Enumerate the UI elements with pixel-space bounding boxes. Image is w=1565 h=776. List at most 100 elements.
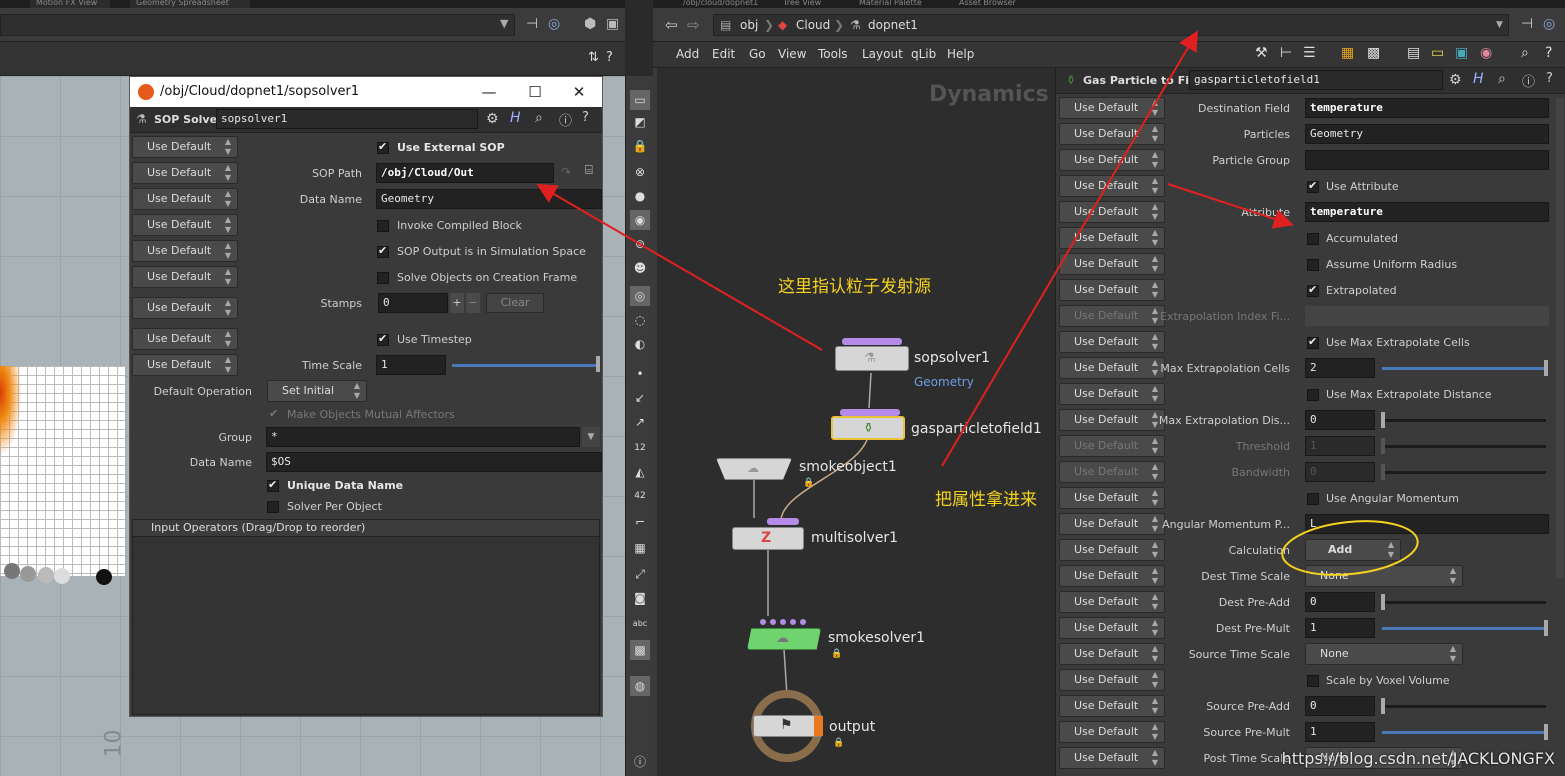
- use-default-button[interactable]: Use Default ▲ ▼: [1059, 617, 1165, 639]
- dot-icon[interactable]: •: [630, 364, 650, 384]
- node-label-smokesolver[interactable]: smokesolver1: [828, 630, 925, 646]
- param-field[interactable]: temperature: [1305, 98, 1549, 118]
- tab-motion-fx-view[interactable]: Motion FX View: [30, 0, 110, 8]
- stamps-field[interactable]: 0: [378, 293, 448, 313]
- use-default-button[interactable]: Use Default ▲ ▼: [1059, 539, 1165, 561]
- image-icon[interactable]: ▣: [1455, 45, 1468, 61]
- param-slider[interactable]: [1382, 731, 1546, 734]
- use-default-button[interactable]: Use Default ▲ ▼: [1059, 149, 1165, 171]
- lock-icon[interactable]: 🔒: [630, 136, 650, 156]
- param-dropdown[interactable]: None ▲ ▼: [1305, 643, 1463, 665]
- node-name-field[interactable]: sopsolver1: [216, 109, 478, 129]
- point-number-icon[interactable]: 12: [630, 438, 650, 458]
- forward-arrow-icon[interactable]: ⇨: [687, 16, 700, 34]
- use-default-button[interactable]: Use Default ▲ ▼: [1059, 97, 1165, 119]
- clear-button[interactable]: Clear: [486, 293, 544, 313]
- back-arrow-icon[interactable]: ⇦: [665, 16, 678, 34]
- normal-icon[interactable]: ↙: [630, 388, 650, 408]
- use-default-button[interactable]: Use Default ▲ ▼: [132, 188, 238, 210]
- display-icon[interactable]: ▣: [606, 16, 619, 32]
- use-default-button[interactable]: Use Default ▲ ▼: [132, 214, 238, 236]
- list-icon[interactable]: ☰: [1303, 45, 1316, 61]
- param-field[interactable]: temperature: [1305, 202, 1549, 222]
- time-scale-knob[interactable]: [596, 356, 600, 372]
- chevron-down-icon[interactable]: ▼: [582, 427, 600, 447]
- op-chooser-icon[interactable]: ⌸: [585, 163, 593, 178]
- search-icon[interactable]: ⌕: [535, 110, 543, 126]
- use-default-button[interactable]: Use Default ▲ ▼: [1059, 721, 1165, 743]
- settings-icon[interactable]: ⇅: [588, 50, 599, 65]
- use-default-button[interactable]: Use Default ▲ ▼: [132, 162, 238, 184]
- tab-asset-browser[interactable]: Asset Browser: [959, 0, 1016, 7]
- text-icon[interactable]: abc: [630, 614, 650, 634]
- param-slider[interactable]: [1382, 601, 1546, 604]
- tab-dopnet[interactable]: /obj/cloud/dopnet1: [683, 0, 758, 7]
- use-default-button[interactable]: Use Default ▲ ▼: [1059, 409, 1165, 431]
- scrollbar[interactable]: [1556, 98, 1564, 578]
- node-label-output[interactable]: output: [829, 719, 875, 735]
- use-timestep-checkbox[interactable]: [377, 332, 389, 346]
- checker-icon[interactable]: ▦: [630, 538, 650, 558]
- palette-icon[interactable]: ◉: [1480, 45, 1492, 61]
- help-h-icon[interactable]: H: [1473, 71, 1484, 87]
- use-default-button[interactable]: Use Default ▲ ▼: [132, 136, 238, 158]
- use-default-button[interactable]: Use Default ▲ ▼: [132, 328, 238, 350]
- slider-knob[interactable]: [1381, 412, 1385, 428]
- use-default-button[interactable]: Use Default ▲ ▼: [1059, 227, 1165, 249]
- cube-icon[interactable]: ⬢: [584, 16, 596, 32]
- add-stamp-button[interactable]: +: [450, 293, 464, 313]
- gasparticletofield-node[interactable]: ⚱: [831, 416, 905, 440]
- slider-knob[interactable]: [1381, 698, 1385, 714]
- param-slider[interactable]: [1382, 445, 1546, 448]
- prim-icon[interactable]: ◭: [630, 462, 650, 482]
- use-default-button[interactable]: Use Default ▲ ▼: [1059, 565, 1165, 587]
- menu-add[interactable]: Add: [676, 47, 699, 61]
- info-icon[interactable]: ⓘ: [559, 110, 572, 129]
- crumb-obj[interactable]: obj: [740, 15, 758, 35]
- param-field[interactable]: 0: [1305, 592, 1375, 612]
- sop-output-sim-checkbox[interactable]: [377, 244, 389, 258]
- param-field[interactable]: 1: [1305, 436, 1375, 456]
- viewport-path-field[interactable]: [0, 14, 515, 36]
- info-icon[interactable]: ⓘ: [630, 752, 650, 772]
- prim-number-icon[interactable]: 42: [630, 486, 650, 506]
- param-slider[interactable]: [1382, 471, 1546, 474]
- maximize-button[interactable]: ☐: [512, 77, 558, 107]
- data-name2-field[interactable]: $OS: [266, 452, 602, 472]
- grid-view-icon[interactable]: ▦: [1341, 45, 1354, 61]
- checkbox[interactable]: [1307, 259, 1319, 271]
- help-icon[interactable]: ?: [1545, 45, 1552, 61]
- param-dropdown[interactable]: None ▲ ▼: [1305, 565, 1463, 587]
- help-h-icon[interactable]: H: [510, 110, 521, 126]
- use-default-button[interactable]: Use Default ▲ ▼: [1059, 695, 1165, 717]
- use-default-button[interactable]: Use Default ▲ ▼: [1059, 513, 1165, 535]
- checkbox[interactable]: [1307, 335, 1319, 349]
- crumb-cloud[interactable]: Cloud: [796, 15, 830, 35]
- use-default-button[interactable]: Use Default ▲ ▼: [132, 266, 238, 288]
- sop-path-field[interactable]: /obj/Cloud/Out: [376, 163, 554, 183]
- shade-icon[interactable]: ◐: [630, 334, 650, 354]
- gear-icon[interactable]: ⚙: [1449, 72, 1462, 88]
- input-operators-list[interactable]: Input Operators (Drag/Drop to reorder): [132, 519, 600, 715]
- use-default-button[interactable]: Use Default ▲ ▼: [1059, 747, 1165, 769]
- info-icon[interactable]: ⓘ: [1522, 71, 1535, 90]
- use-default-button[interactable]: Use Default ▲ ▼: [1059, 279, 1165, 301]
- link-icon[interactable]: ◎: [1543, 16, 1555, 32]
- use-default-button[interactable]: Use Default ▲ ▼: [1059, 305, 1165, 327]
- menu-go[interactable]: Go: [749, 47, 766, 61]
- menu-edit[interactable]: Edit: [712, 47, 735, 61]
- parameter-icon[interactable]: ▤: [1407, 45, 1420, 61]
- axis-icon[interactable]: ⤢: [630, 564, 650, 584]
- use-default-button[interactable]: Use Default ▲ ▼: [1059, 253, 1165, 275]
- param-field[interactable]: 0: [1305, 462, 1375, 482]
- target-icon[interactable]: ⊚: [630, 234, 650, 254]
- checkbox[interactable]: [1307, 675, 1319, 687]
- sphere-icon[interactable]: ●: [630, 186, 650, 206]
- use-default-button[interactable]: Use Default ▲ ▼: [1059, 357, 1165, 379]
- close-button[interactable]: ✕: [556, 77, 602, 107]
- checkbox[interactable]: [1307, 233, 1319, 245]
- chevron-down-icon[interactable]: ▼: [1496, 15, 1503, 35]
- select-tool-icon[interactable]: ▭: [630, 90, 650, 110]
- jump-icon[interactable]: ↷: [561, 165, 571, 179]
- gear-icon[interactable]: ⚙: [486, 111, 499, 127]
